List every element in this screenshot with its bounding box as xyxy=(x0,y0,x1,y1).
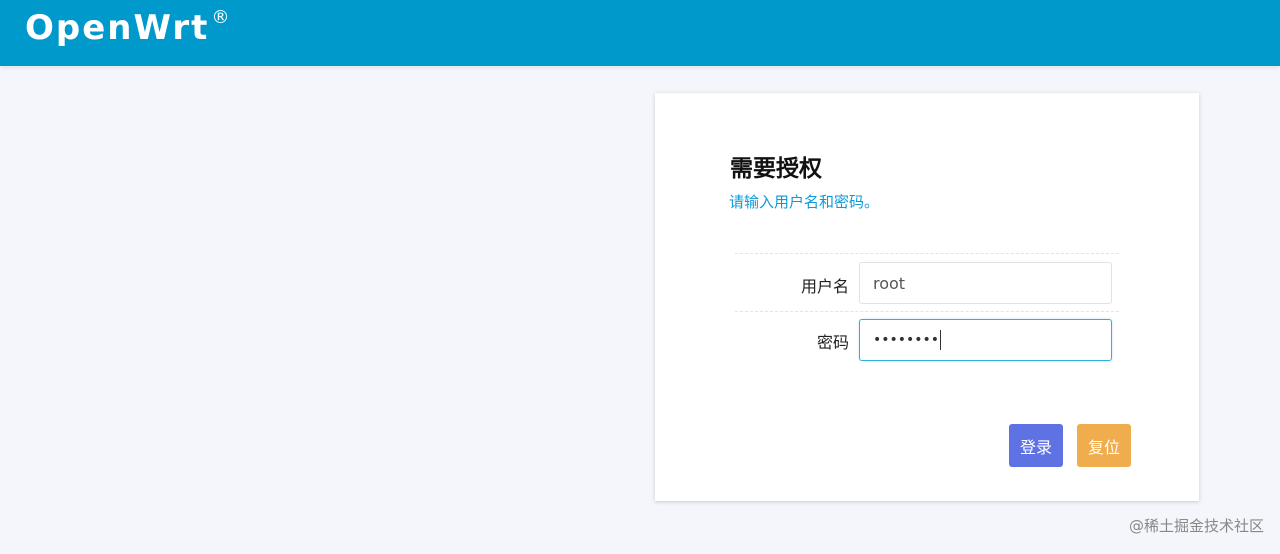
username-label: 用户名 xyxy=(800,277,849,296)
registered-mark: ® xyxy=(211,6,232,28)
username-value: root xyxy=(873,273,906,293)
top-header: OpenWrt ® xyxy=(0,0,1280,66)
text-caret xyxy=(940,330,942,350)
password-value: •••••••• xyxy=(873,332,940,348)
watermark: @稀土掘金技术社区 xyxy=(1128,517,1264,535)
reset-button[interactable]: 复位 xyxy=(1077,424,1131,467)
login-card: 需要授权 请输入用户名和密码。 用户名 root 密码 •••••••• 登录 … xyxy=(655,93,1199,501)
form-divider xyxy=(735,253,1119,254)
password-input[interactable]: •••••••• xyxy=(859,319,1112,361)
password-label: 密码 xyxy=(816,333,849,352)
brand-logo[interactable]: OpenWrt ® xyxy=(25,6,232,48)
brand-name: OpenWrt xyxy=(25,8,210,48)
login-button[interactable]: 登录 xyxy=(1009,424,1063,467)
login-instruction: 请输入用户名和密码。 xyxy=(729,193,880,211)
page-title: 需要授权 xyxy=(730,156,822,182)
username-input[interactable]: root xyxy=(859,262,1112,304)
form-divider xyxy=(735,311,1119,312)
